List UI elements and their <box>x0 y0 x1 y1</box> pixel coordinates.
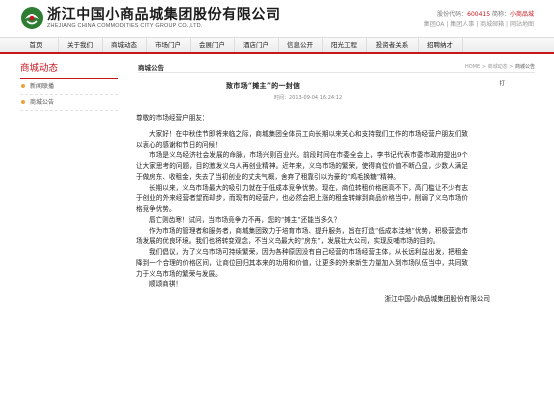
nav-item-hotel[interactable]: 酒店门户 <box>234 38 279 52</box>
nav-item-sunshine[interactable]: 阳光工程 <box>322 38 367 52</box>
stock-info: 股份代码：600415 简称：小商品城 <box>437 9 534 18</box>
breadcrumb-current: 商城公告 <box>514 64 535 70</box>
main-content: 商城公告 HOME > 商城动态 > 商城公告 致市场“摊主”的一封信 时间：2… <box>138 60 535 101</box>
time-value: 2013-09-04 16:24:12 <box>289 95 343 101</box>
sidebar-item-notices[interactable]: 商城公告 <box>20 95 118 111</box>
section-title: 商城公告 <box>138 64 164 72</box>
company-name-en: ZHEJIANG CHINA COMMODITIES CITY GROUP CO… <box>47 23 203 29</box>
link-oa[interactable]: 集团OA <box>424 21 445 28</box>
nav-item-news[interactable]: 商城动态 <box>102 38 147 52</box>
breadcrumb-news[interactable]: 商城动态 <box>488 64 508 70</box>
print-button[interactable]: 打 <box>499 79 505 87</box>
sidebar: 商城动态 新闻联播 商城公告 <box>20 60 118 111</box>
link-mail[interactable]: 商城邮箱 <box>480 21 504 28</box>
time-label: 时间： <box>274 95 290 101</box>
article-paragraph: 长期以来，义乌市场最大的吸引力就在于低成本竞争优势。现在，商位转租价格居高不下，… <box>136 183 468 214</box>
article-salutation: 尊敬的市场经营户朋友： <box>136 114 209 122</box>
article-time: 时间：2013-09-04 16:24:12 <box>274 94 342 101</box>
nav-item-market[interactable]: 市场门户 <box>146 38 191 52</box>
article-paragraph: 我们倡议，为了义乌市场可持续繁荣，因为各种原因没有自己经营的市场经营主体，从长远… <box>136 248 468 278</box>
sidebar-item-news[interactable]: 新闻联播 <box>20 79 118 95</box>
section-header: 商城公告 HOME > 商城动态 > 商城公告 <box>138 60 535 73</box>
breadcrumb: HOME > 商城动态 > 商城公告 <box>465 64 535 70</box>
nav-item-home[interactable]: 首页 <box>14 38 59 52</box>
article-closing: 顺颂商祺！ <box>149 280 182 289</box>
nav-item-about[interactable]: 关于我们 <box>58 38 103 52</box>
breadcrumb-home[interactable]: HOME <box>465 64 480 70</box>
stock-code: 600415 <box>467 11 491 18</box>
article-title: 致市场“摊主”的一封信 <box>226 81 301 90</box>
main-nav: 首页 关于我们 商城动态 市场门户 会展门户 酒店门户 信息公开 阳光工程 投资… <box>0 37 554 54</box>
article-body: 尊敬的市场经营户朋友： 大家好！在中秋佳节即将来临之际，商城集团全体员工向长期以… <box>136 113 490 305</box>
stock-abbr-label: 简称： <box>491 11 510 18</box>
header-links: 集团OA | 集团人事 | 商城邮箱 | 网站地图 <box>423 21 534 28</box>
nav-item-careers[interactable]: 招聘纳才 <box>418 38 463 52</box>
stock-code-label: 股份代码： <box>437 11 468 18</box>
article-paragraph: 唇亡则齿寒！试问，当市场竞争力不再，您的“摊主”还能当多久？ <box>149 215 341 224</box>
link-hr[interactable]: 集团人事 <box>450 21 474 28</box>
article-paragraph: 作为市场的管理者和服务者，商城集团致力于培育市场、提升服务，旨在打造“低成本洼地… <box>136 226 468 246</box>
article-paragraph: 大家好！在中秋佳节即将来临之际，商城集团全体员工向长期以来关心和支持我们工作的市… <box>136 129 468 149</box>
company-name-cn: 浙江中国小商品城集团股份有限公司 <box>47 7 281 23</box>
nav-item-expo[interactable]: 会展门户 <box>190 38 235 52</box>
article-signature: 浙江中国小商品城集团股份有限公司 <box>384 295 491 303</box>
nav-item-disclosure[interactable]: 信息公开 <box>278 38 323 52</box>
nav-item-investors[interactable]: 投资者关系 <box>366 38 419 52</box>
company-logo-icon[interactable] <box>20 6 44 30</box>
sidebar-title: 商城动态 <box>20 60 118 79</box>
link-sitemap[interactable]: 网站地图 <box>510 21 534 28</box>
stock-abbr: 小商品城 <box>509 11 534 18</box>
site-header: 浙江中国小商品城集团股份有限公司 ZHEJIANG CHINA COMMODIT… <box>0 0 554 37</box>
article-paragraph: 市场是义乌经济社会发展的命脉，市场兴则百业兴。前段时间在市委全会上，李书记代表市… <box>136 151 468 181</box>
